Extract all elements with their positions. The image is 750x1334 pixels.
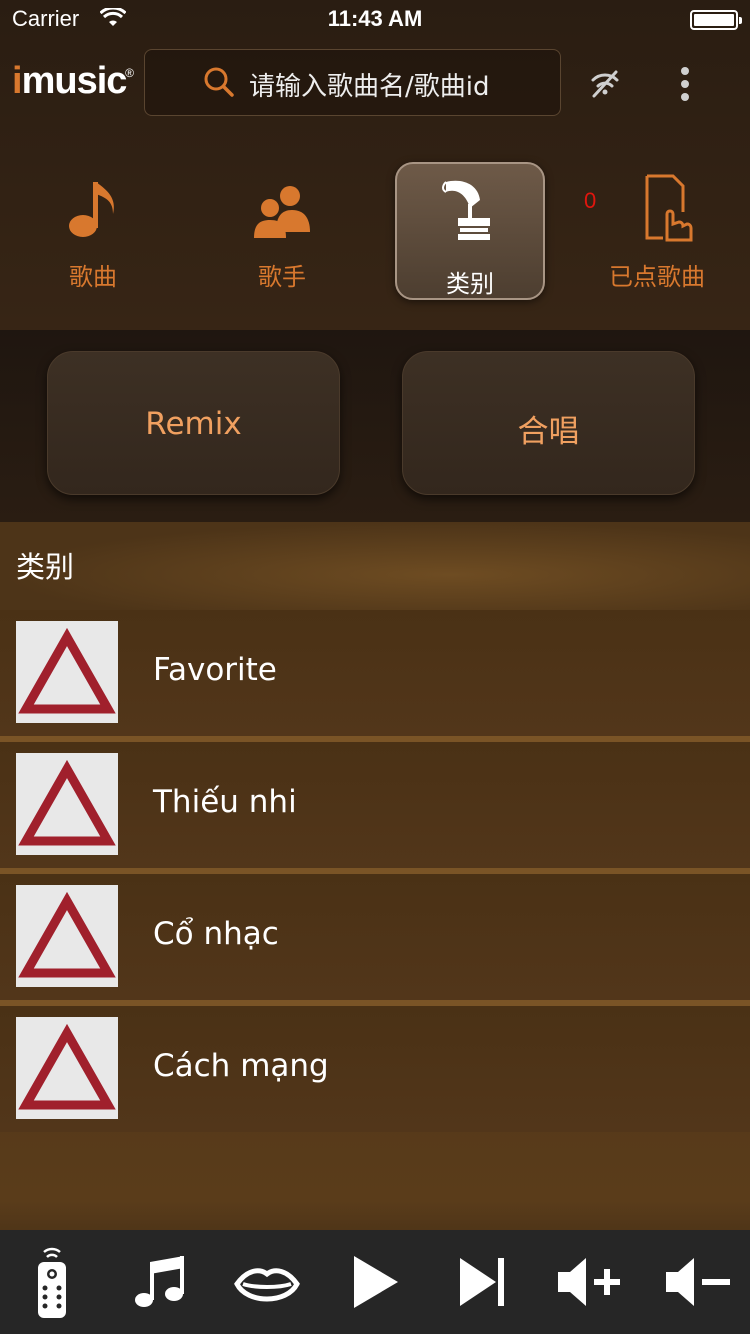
selected-count-badge: 0 — [584, 188, 597, 213]
warning-triangle-icon — [16, 1017, 118, 1119]
music-note-icon — [69, 182, 114, 237]
volume-down-icon[interactable] — [660, 1244, 736, 1320]
list-item-label: Thiếu nhi — [153, 784, 297, 820]
list-item[interactable]: Favorite — [0, 610, 750, 736]
list-item[interactable]: Thiếu nhi — [0, 742, 750, 868]
playback-control-bar — [0, 1230, 750, 1334]
volume-up-icon[interactable] — [552, 1244, 628, 1320]
clock: 11:43 AM — [327, 6, 423, 31]
status-bar: Carrier 11:43 AM — [0, 0, 750, 40]
chorus-button[interactable]: 合唱 — [402, 351, 695, 495]
list-item-label: Cách mạng — [153, 1048, 329, 1084]
tab-label: 类别 — [446, 270, 494, 298]
tab-selected-songs[interactable]: 0 已点歌曲 — [582, 162, 732, 300]
tab-label: 已点歌曲 — [609, 263, 705, 291]
next-icon[interactable] — [446, 1244, 522, 1320]
tab-songs[interactable]: 歌曲 — [18, 162, 168, 300]
selected-songs-icon — [645, 174, 693, 242]
list-item[interactable]: Cách mạng — [0, 1006, 750, 1132]
lips-icon[interactable] — [229, 1244, 305, 1320]
sub-category-area: Remix 合唱 — [0, 330, 750, 522]
tab-singers[interactable]: 歌手 — [207, 162, 357, 300]
remote-icon[interactable] — [14, 1244, 90, 1320]
tab-category[interactable]: 类别 — [395, 162, 545, 300]
music-icon[interactable] — [122, 1244, 198, 1320]
warning-triangle-icon — [16, 885, 118, 987]
gramophone-icon — [442, 180, 490, 240]
no-connection-icon[interactable] — [588, 66, 622, 100]
remix-button[interactable]: Remix — [47, 351, 340, 495]
search-placeholder: 请输入歌曲名/歌曲id — [249, 72, 490, 102]
warning-triangle-icon — [16, 753, 118, 855]
play-icon[interactable] — [338, 1244, 414, 1320]
list-item-label: Cổ nhạc — [153, 916, 279, 952]
list-item-label: Favorite — [153, 652, 277, 688]
singers-icon — [254, 186, 310, 238]
section-title: 类别 — [16, 550, 75, 584]
search-input[interactable]: 请输入歌曲名/歌曲id — [144, 49, 561, 116]
list-item[interactable]: Cổ nhạc — [0, 874, 750, 1000]
search-icon — [204, 67, 234, 97]
tab-label: 歌手 — [258, 263, 306, 291]
more-options-icon[interactable] — [672, 64, 698, 104]
warning-triangle-icon — [16, 621, 118, 723]
battery-icon — [690, 10, 742, 30]
category-section-header: 类别 — [0, 522, 750, 610]
imusic-logo: imusic ® — [12, 60, 134, 102]
tab-label: 歌曲 — [69, 263, 117, 291]
